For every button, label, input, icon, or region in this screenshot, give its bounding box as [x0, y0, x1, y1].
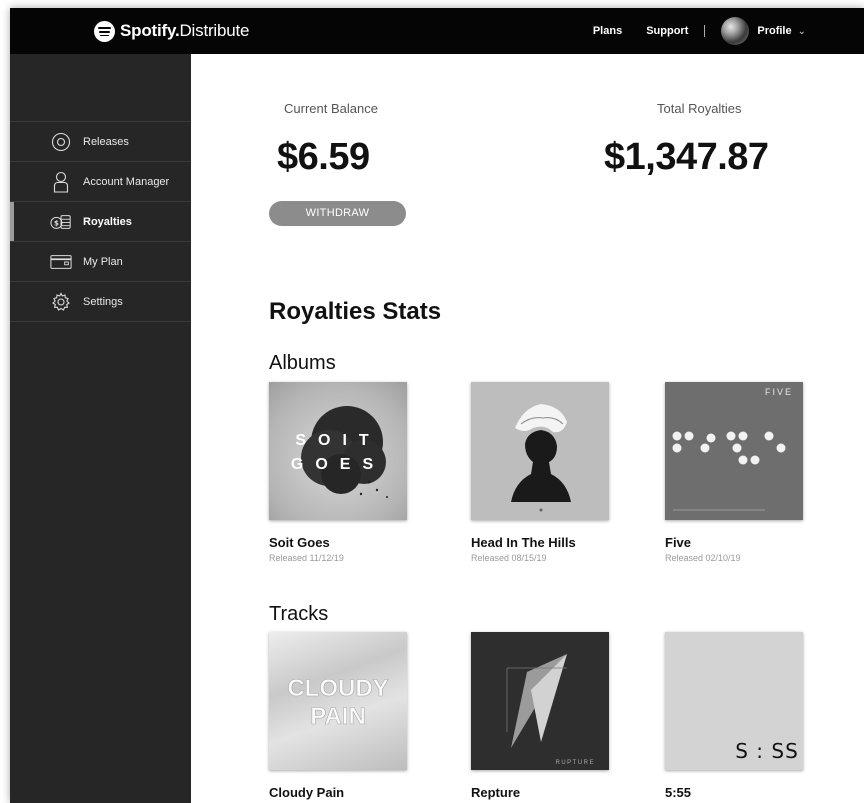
profile-menu[interactable]: Profile ⌄ — [721, 17, 806, 45]
app-window: Spotify. Distribute Plans Support Profil… — [10, 8, 864, 803]
sidebar-item-my-plan[interactable]: My Plan — [10, 242, 191, 282]
royalties-stats-title: Royalties Stats — [269, 298, 442, 325]
album-cover-soit-goes[interactable]: SOIT GOES — [269, 382, 407, 520]
sidebar-menu: Releases Account Manager $ Royalties My … — [10, 121, 191, 322]
avatar[interactable] — [721, 17, 750, 45]
svg-text:PAIN: PAIN — [310, 703, 366, 730]
track-card[interactable]: S : SS 5:55 — [665, 632, 803, 800]
credit-card-icon — [50, 252, 72, 272]
sidebar-item-label: Releases — [83, 135, 129, 148]
total-royalties-value: $1,347.87 — [604, 136, 769, 178]
albums-section-title: Albums — [269, 352, 336, 374]
current-balance-label: Current Balance — [284, 101, 378, 116]
spotify-icon — [94, 20, 115, 42]
profile-label[interactable]: Profile — [757, 25, 791, 37]
chevron-down-icon[interactable]: ⌄ — [798, 26, 806, 37]
album-title[interactable]: Five — [665, 535, 803, 550]
gear-icon — [50, 291, 72, 312]
nav-support-link[interactable]: Support — [646, 25, 688, 37]
track-title[interactable]: 5:55 — [665, 785, 803, 800]
album-title[interactable]: Head In The Hills — [471, 535, 609, 550]
album-cover-head-in-the-hills[interactable] — [471, 382, 609, 520]
sidebar-item-account-manager[interactable]: Account Manager — [10, 162, 191, 202]
total-royalties-label: Total Royalties — [657, 101, 742, 116]
album-release-date: Released 11/12/19 — [269, 553, 344, 563]
coins-icon: $ — [50, 212, 72, 232]
svg-text:RUPTURE: RUPTURE — [555, 760, 595, 766]
brand-name: Spotify. — [120, 21, 180, 40]
spotify-distribute-logo[interactable]: Spotify. Distribute — [94, 20, 250, 42]
user-icon — [50, 171, 72, 193]
track-card[interactable]: CLOUDY PAIN Cloudy Pain — [269, 632, 407, 800]
current-balance-value: $6.59 — [277, 136, 370, 178]
sidebar-item-label: My Plan — [83, 255, 123, 268]
album-card[interactable]: SOIT GOES Soit Goes Released 11/12/19 — [269, 382, 407, 563]
nav-plans-link[interactable]: Plans — [593, 25, 622, 37]
top-navigation-bar: Spotify. Distribute Plans Support Profil… — [10, 8, 864, 54]
sidebar-item-label: Settings — [83, 295, 123, 308]
album-release-date: Released 08/15/19 — [471, 553, 547, 563]
sidebar-item-label: Royalties — [83, 215, 132, 228]
album-card[interactable]: Head In The Hills Released 08/15/19 — [471, 382, 609, 563]
album-cover-five[interactable]: FIVE — [665, 382, 803, 520]
tracks-section-title: Tracks — [269, 603, 329, 625]
svg-text:SOIT: SOIT — [295, 432, 380, 449]
svg-text:S : SS: S : SS — [735, 739, 799, 763]
sidebar-item-label: Account Manager — [83, 175, 170, 188]
track-title[interactable]: Repture — [471, 785, 609, 800]
svg-text:CLOUDY: CLOUDY — [287, 675, 388, 702]
track-cover-repture[interactable]: RUPTURE — [471, 632, 609, 770]
withdraw-button[interactable]: WITHDRAW — [269, 201, 406, 226]
sidebar-item-releases[interactable]: Releases — [10, 122, 191, 162]
svg-text:FIVE: FIVE — [765, 387, 793, 397]
nav-divider — [704, 25, 706, 37]
album-title[interactable]: Soit Goes — [269, 535, 407, 550]
album-release-date: Released 02/10/19 — [665, 553, 741, 563]
sidebar-item-royalties[interactable]: $ Royalties — [10, 202, 191, 242]
track-cover-cloudy-pain[interactable]: CLOUDY PAIN — [269, 632, 407, 770]
brand-subtitle: Distribute — [179, 21, 250, 40]
svg-text:$: $ — [54, 218, 59, 227]
album-card[interactable]: FIVE Five Released 02/10/19 — [665, 382, 803, 563]
track-card[interactable]: RUPTURE Repture — [471, 632, 609, 800]
track-title[interactable]: Cloudy Pain — [269, 785, 407, 800]
sidebar-item-settings[interactable]: Settings — [10, 282, 191, 322]
track-cover-555[interactable]: S : SS — [665, 632, 803, 770]
main-content: Current Balance $6.59 WITHDRAW Total Roy… — [191, 54, 864, 803]
sidebar: Releases Account Manager $ Royalties My … — [10, 54, 191, 803]
svg-text:GOES: GOES — [291, 456, 385, 473]
top-nav-links: Plans Support Profile ⌄ — [569, 8, 806, 54]
disc-icon — [50, 132, 72, 152]
